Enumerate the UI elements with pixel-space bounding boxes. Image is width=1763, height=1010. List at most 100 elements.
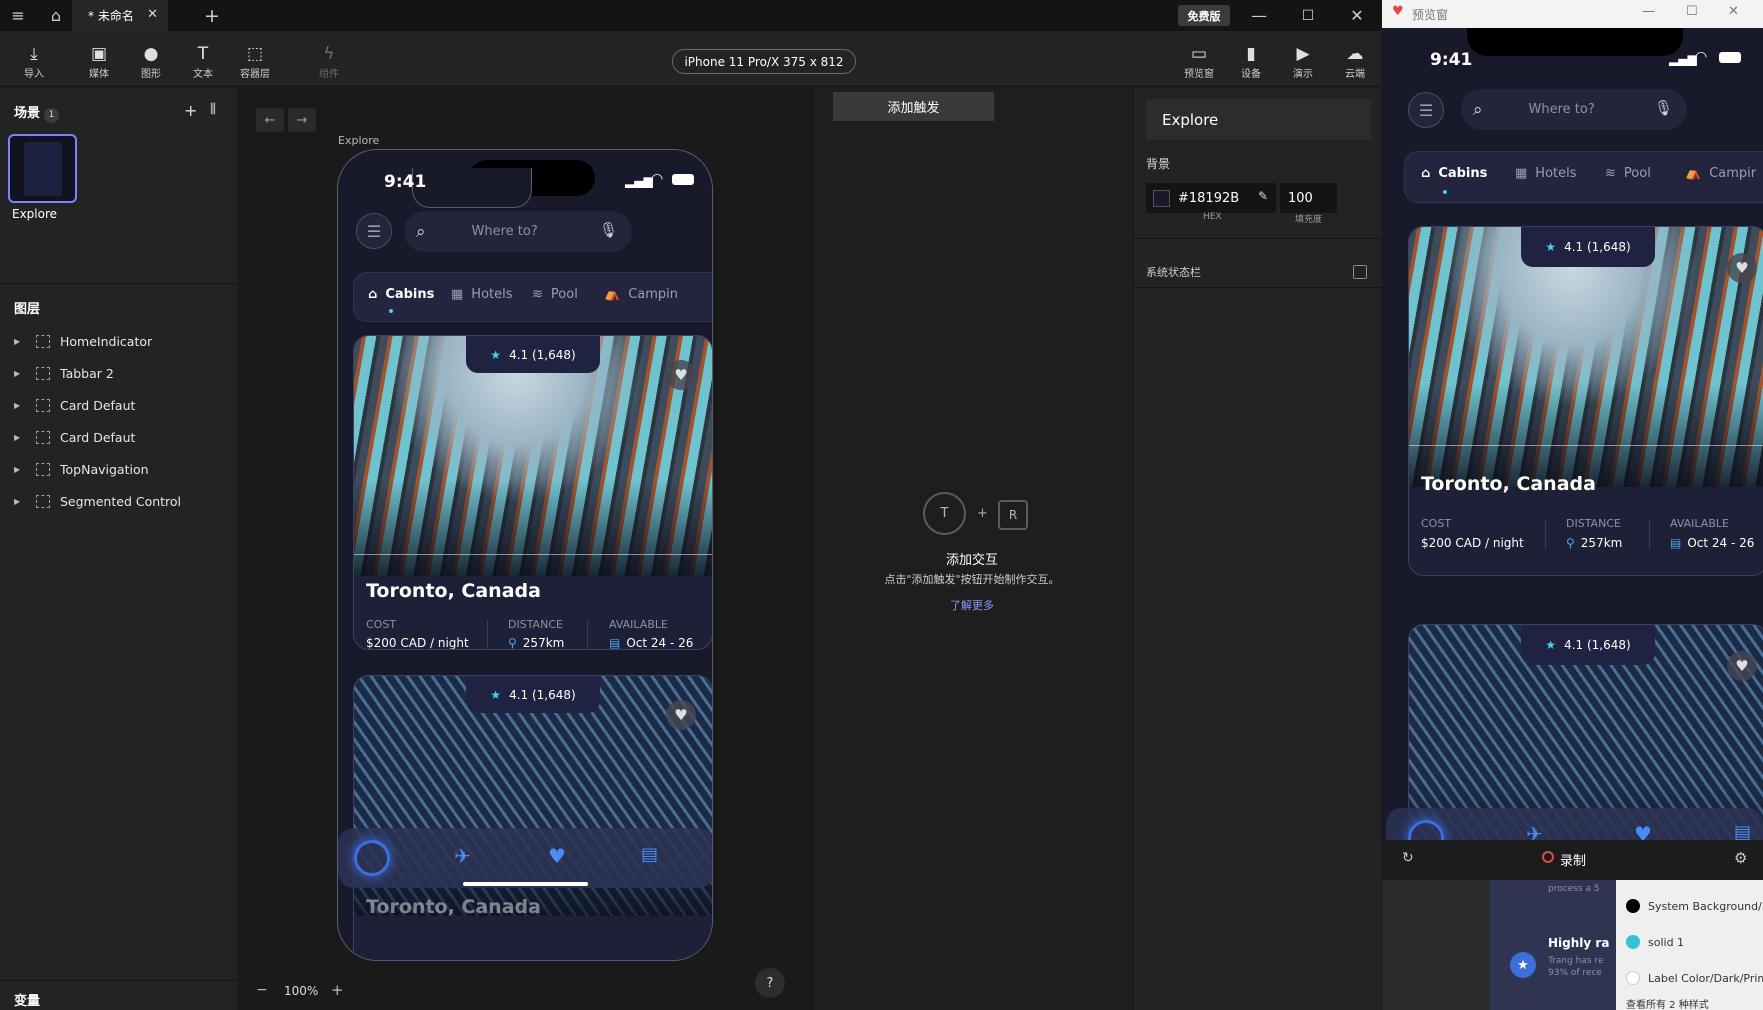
close-tab-icon[interactable]: ✕: [147, 7, 158, 22]
search-bar[interactable]: ⌕ Where to? 🎙: [404, 211, 632, 252]
layer-row[interactable]: ▶ HomeIndicator: [14, 330, 224, 352]
zoom-level[interactable]: 100%: [284, 984, 318, 998]
new-tab-icon[interactable]: +: [200, 0, 224, 31]
document-tab-label: * 未命名: [88, 9, 134, 23]
free-version-badge[interactable]: 免费版: [1178, 5, 1230, 26]
maximize-icon[interactable]: ☐: [1296, 0, 1320, 31]
color-swatch[interactable]: [1153, 189, 1170, 207]
learn-more-link[interactable]: 了解更多: [812, 597, 1132, 613]
zoom-out-icon[interactable]: −: [256, 982, 268, 998]
layer-row[interactable]: ▶ Card Defaut: [14, 426, 224, 448]
layer-row[interactable]: ▶ Tabbar 2: [14, 362, 224, 384]
expand-arrow-icon[interactable]: ▶: [14, 465, 28, 474]
document-tab[interactable]: * 未命名 ✕: [72, 0, 168, 31]
back-icon[interactable]: ←: [256, 108, 284, 132]
settings-icon[interactable]: ⚙: [1734, 849, 1747, 867]
tab-hotels[interactable]: ▦ Hotels: [1515, 166, 1577, 181]
tab-cabins[interactable]: ⌂ Cabins: [368, 287, 434, 302]
scene-name-field[interactable]: Explore: [1146, 99, 1371, 140]
scene-thumbnail[interactable]: [8, 134, 77, 203]
flights-tab-icon[interactable]: ✈: [1526, 822, 1543, 840]
menu-icon[interactable]: ☰: [356, 213, 392, 249]
view-all-styles-link[interactable]: 查看所有 2 种样式: [1626, 996, 1709, 1010]
container-button[interactable]: ⬚ 容器层: [232, 43, 278, 80]
tab-pool[interactable]: ≋ Pool: [532, 287, 578, 302]
rating-badge: ★ 4.1 (1,648): [466, 336, 600, 373]
favorite-icon[interactable]: ♥: [666, 700, 696, 730]
home-icon[interactable]: ⌂: [44, 0, 68, 31]
properties-panel: [1133, 88, 1381, 1010]
tab-camping[interactable]: ⛺ Campir: [1685, 166, 1756, 181]
add-scene-icon[interactable]: +: [184, 101, 197, 120]
expand-arrow-icon[interactable]: ▶: [14, 401, 28, 410]
expand-arrow-icon[interactable]: ▶: [14, 497, 28, 506]
tab-pool[interactable]: ≋ Pool: [1605, 166, 1651, 181]
hex-input[interactable]: #18192B ✎: [1146, 183, 1276, 213]
favorites-tab-icon[interactable]: ♥: [548, 844, 566, 868]
destination-card[interactable]: ★ 4.1 (1,648) ♥ Toronto, Canada COST $200…: [1408, 226, 1763, 576]
wifi-icon: ◠: [651, 171, 664, 187]
minimize-icon[interactable]: —: [1247, 0, 1271, 31]
expand-arrow-icon[interactable]: ▶: [14, 433, 28, 442]
present-button[interactable]: ▶ 演示: [1280, 43, 1326, 80]
close-window-icon[interactable]: ✕: [1345, 0, 1369, 31]
zoom-in-icon[interactable]: +: [331, 981, 344, 999]
search-icon: ⌕: [416, 221, 426, 242]
layer-row[interactable]: ▶ Card Defaut: [14, 394, 224, 416]
layer-row[interactable]: ▶ TopNavigation: [14, 458, 224, 480]
maximize-icon[interactable]: ☐: [1686, 4, 1698, 19]
cloud-button[interactable]: ☁ 云端: [1332, 43, 1378, 80]
minimize-icon[interactable]: —: [1642, 4, 1655, 19]
menu-icon[interactable]: ☰: [1408, 92, 1444, 128]
preview-window-button[interactable]: ▭ 预览窗: [1176, 43, 1222, 80]
layer-row[interactable]: ▶ Segmented Control: [14, 490, 224, 512]
messages-tab-icon[interactable]: ▤: [641, 844, 658, 865]
scene-list-options-icon[interactable]: ⫼: [210, 102, 216, 117]
active-dot: [1443, 190, 1447, 194]
text-button[interactable]: T 文本: [180, 43, 226, 80]
city-name: Toronto, Canada: [1421, 473, 1596, 495]
favorite-icon[interactable]: ♥: [666, 360, 696, 390]
rating-badge: ★ 4.1 (1,648): [466, 676, 600, 713]
destination-card[interactable]: ★ 4.1 (1,648) ♥ Toronto, Canada: [353, 675, 712, 960]
microphone-icon[interactable]: 🎙: [1654, 99, 1673, 117]
device-button[interactable]: ▮ 设备: [1228, 43, 1274, 80]
microphone-icon[interactable]: 🎙: [599, 221, 618, 239]
expand-arrow-icon[interactable]: ▶: [14, 337, 28, 346]
close-icon[interactable]: ✕: [1728, 4, 1739, 19]
style-item[interactable]: System Background/D: [1626, 899, 1763, 913]
style-item[interactable]: Label Color/Dark/Prim: [1626, 971, 1763, 985]
record-label[interactable]: 录制: [1560, 850, 1586, 869]
status-bar-checkbox[interactable]: [1353, 265, 1367, 279]
style-item[interactable]: solid 1: [1626, 935, 1684, 949]
phone-frame[interactable]: 9:41 ▂▄▆ ◠ ☰ ⌕ Where to? 🎙 ⌂ Cabins ▦ Hote…: [337, 149, 713, 961]
favorite-icon[interactable]: ♥: [1727, 253, 1757, 283]
forward-icon[interactable]: →: [288, 108, 316, 132]
menu-icon[interactable]: ≡: [6, 0, 30, 31]
explore-tab-icon[interactable]: [1408, 820, 1444, 840]
tab-camping[interactable]: ⛺ Campin: [604, 287, 678, 302]
preview-phone[interactable]: 9:41 ▂▄▆ ◠ ☰ ⌕ Where to? 🎙 ⌂ Cabins ▦ Hote…: [1382, 28, 1763, 840]
eyedropper-icon[interactable]: ✎: [1258, 189, 1268, 203]
flights-tab-icon[interactable]: ✈: [454, 844, 471, 868]
destination-card[interactable]: ★ 4.1 (1,648) ♥ Toronto, Canada COST $200…: [353, 335, 712, 650]
help-button[interactable]: ?: [755, 968, 785, 998]
search-bar[interactable]: ⌕ Where to? 🎙: [1461, 89, 1687, 130]
component-button[interactable]: ϟ 组件: [306, 43, 352, 80]
media-button[interactable]: ▣ 媒体: [76, 43, 122, 80]
tab-cabins[interactable]: ⌂ Cabins: [1421, 166, 1487, 181]
import-button[interactable]: ⤓ 导入: [11, 43, 57, 80]
expand-arrow-icon[interactable]: ▶: [14, 369, 28, 378]
device-selector[interactable]: iPhone 11 Pro/X 375 x 812: [672, 49, 856, 74]
record-icon[interactable]: [1542, 851, 1554, 863]
favorites-tab-icon[interactable]: ♥: [1634, 822, 1652, 840]
messages-tab-icon[interactable]: ▤: [1734, 822, 1751, 840]
shape-button[interactable]: ● 图形: [128, 43, 174, 80]
refresh-icon[interactable]: ↻: [1402, 850, 1414, 866]
device-label: 设备: [1241, 69, 1261, 80]
add-trigger-button[interactable]: 添加触发: [833, 92, 994, 121]
fill-input[interactable]: 100: [1280, 183, 1337, 213]
tab-hotels[interactable]: ▦ Hotels: [451, 287, 513, 302]
favorite-icon[interactable]: ♥: [1727, 651, 1757, 681]
explore-tab-icon[interactable]: [354, 840, 390, 876]
